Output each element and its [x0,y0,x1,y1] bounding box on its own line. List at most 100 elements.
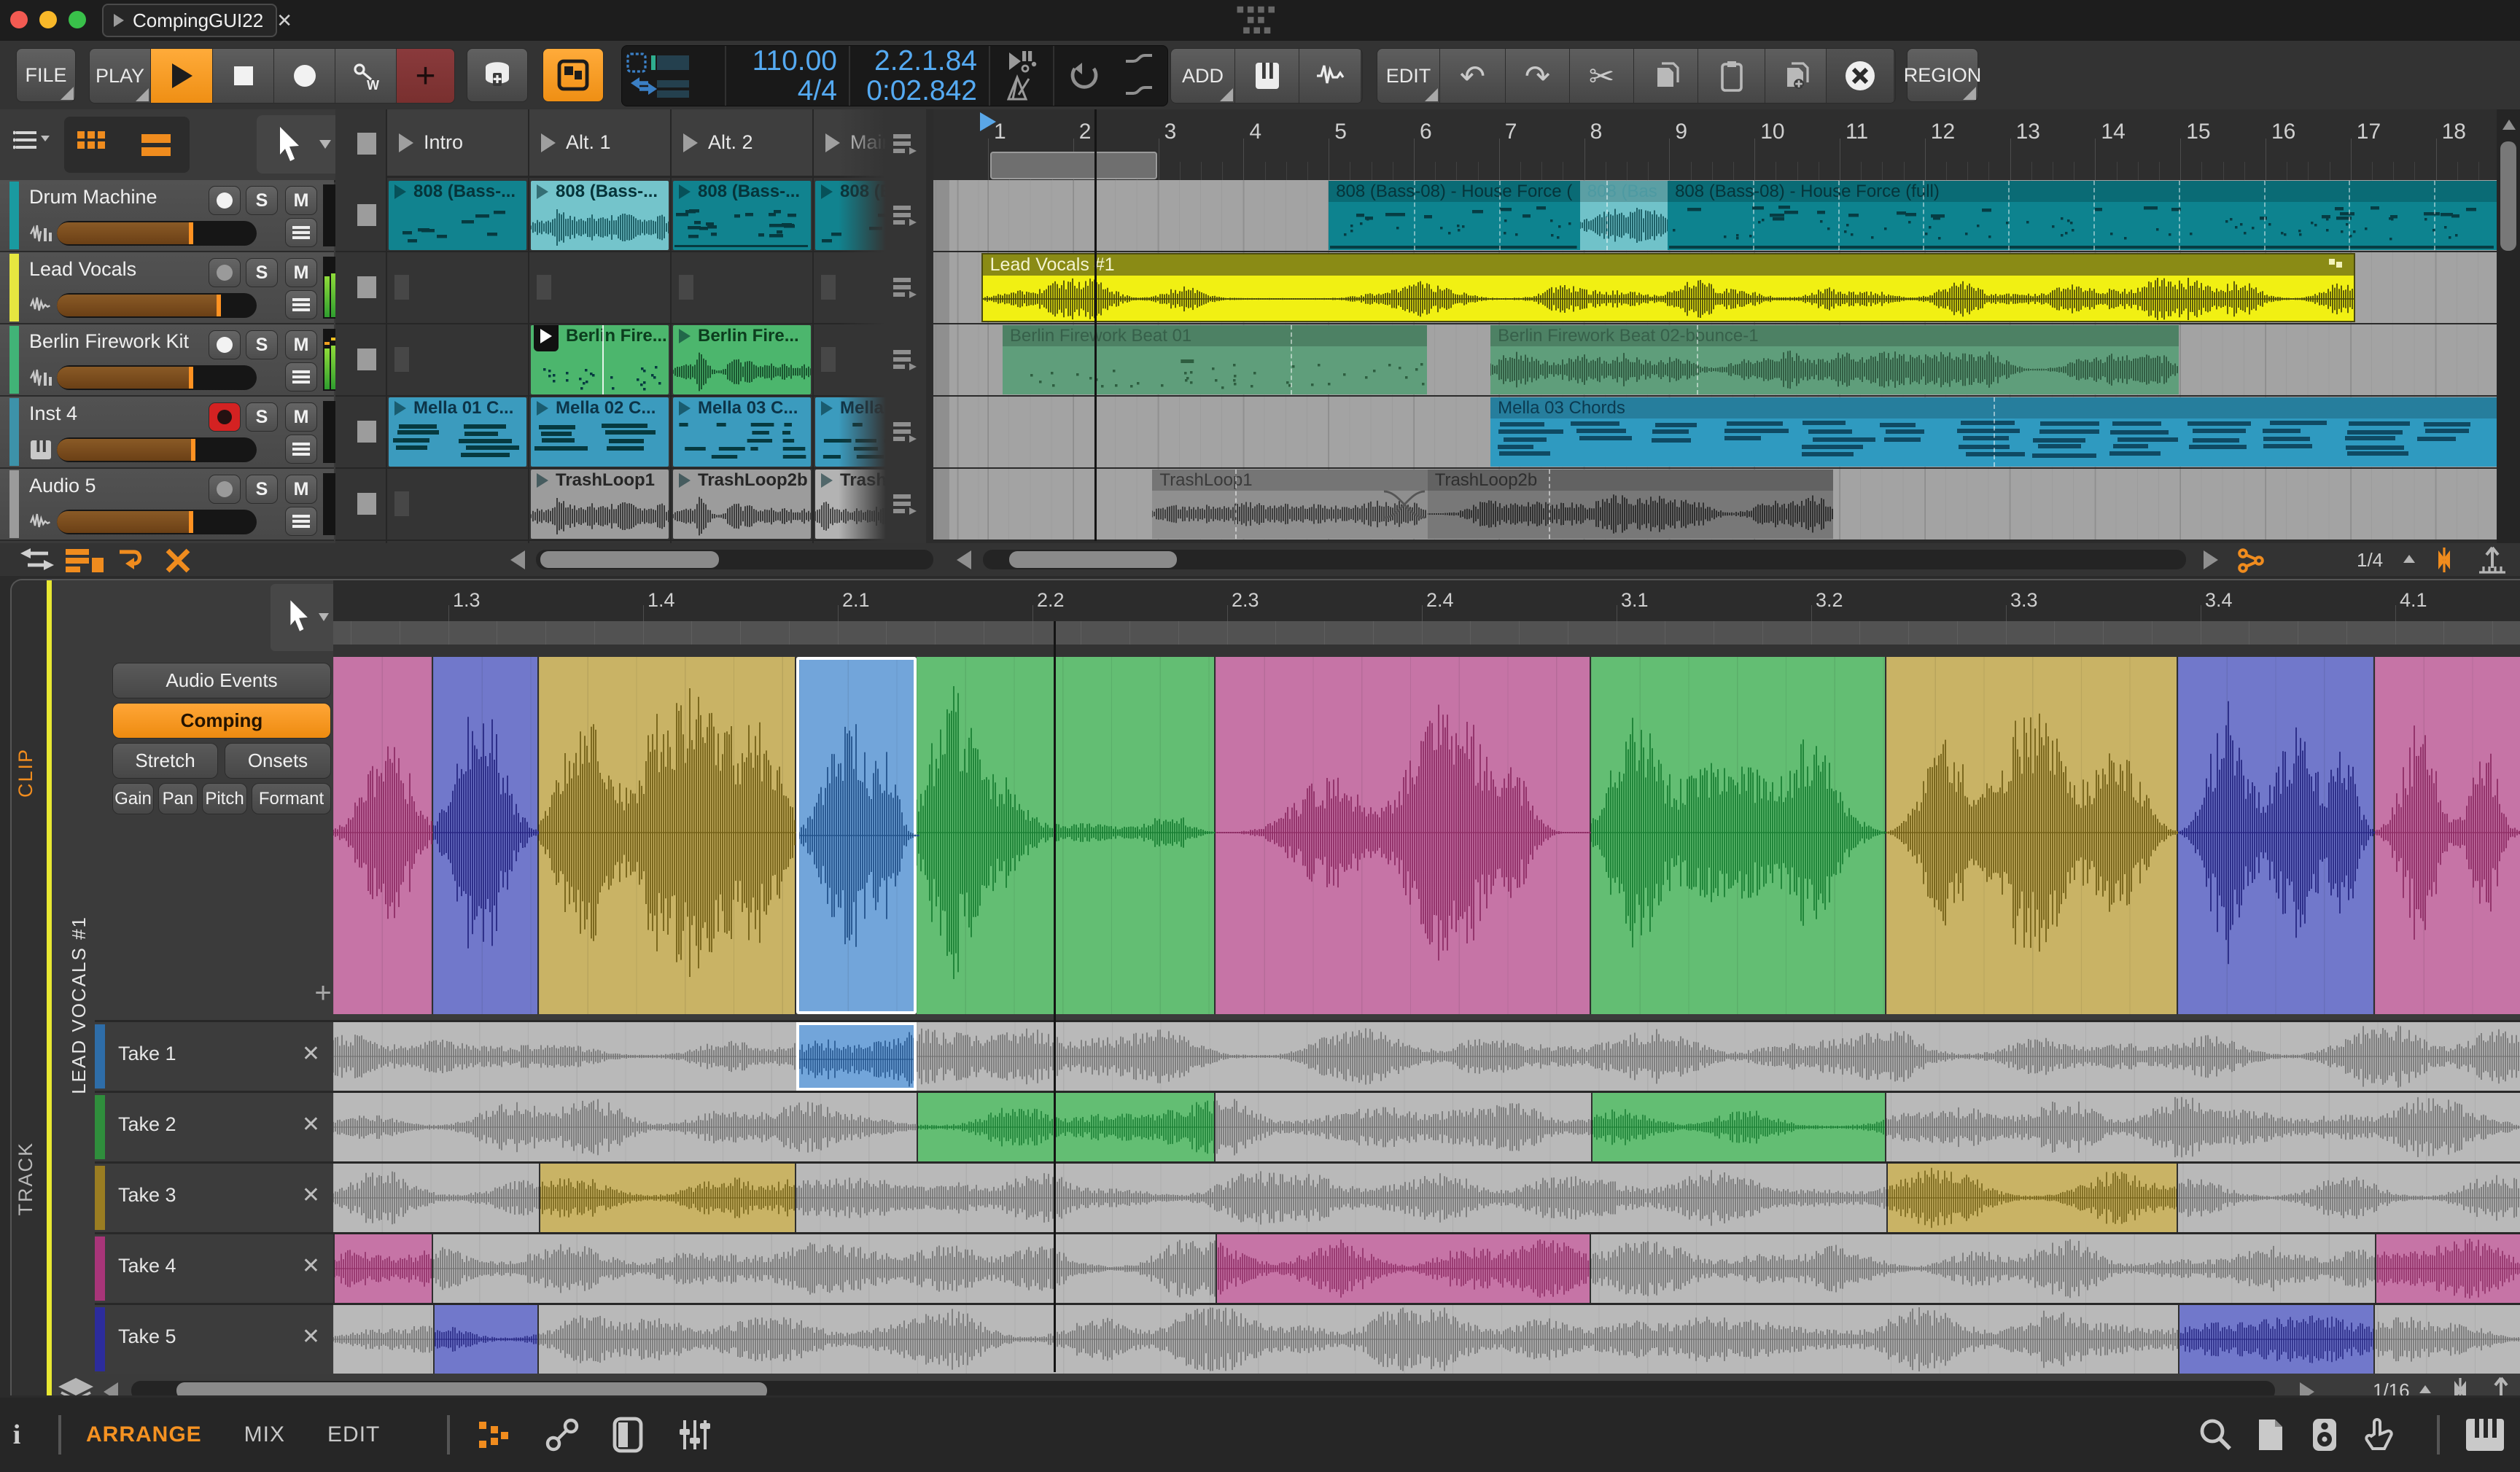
launcher-list-icon[interactable] [892,204,918,227]
launcher-clip[interactable]: TrashLoop1 [531,470,669,539]
take-lane[interactable] [333,1161,2520,1232]
view-tab-mix[interactable]: MIX [244,1422,285,1447]
take-comp-region[interactable] [2178,1305,2375,1374]
add-menu-button[interactable]: ADD [1171,49,1235,103]
mute-button[interactable]: M [285,258,317,287]
stretch-tab[interactable]: Stretch [112,743,218,779]
arranger-clip[interactable]: Berlin Firework Beat 02-bounce-1 [1490,325,2179,394]
mute-button[interactable]: M [285,330,317,359]
formant-tab[interactable]: Formant [252,783,331,814]
region-menu-button[interactable]: REGION [1907,48,1978,102]
play-button[interactable] [151,49,213,103]
detail-tab-clip[interactable]: CLIP [15,748,37,798]
position-section[interactable]: 2.2.1.84 0:02.842 [850,46,990,106]
comp-segment-olive[interactable] [1886,657,2178,1014]
scene-header-alt-1[interactable]: Alt. 1 [529,109,670,178]
snap-toggle-icon[interactable] [2440,1378,2481,1395]
scene-header-alt-2[interactable]: Alt. 2 [672,109,812,178]
arranger-clip[interactable]: 808 (Bass-08) - House Force ( [1329,181,1580,250]
solo-button[interactable]: S [246,475,278,504]
clip-scroll-right-arrow[interactable] [2300,1382,2314,1395]
comp-segment-pink[interactable] [2375,657,2520,1014]
mute-button[interactable]: M [285,402,317,432]
clip-playing-button[interactable] [534,325,559,351]
clip-grid-value[interactable]: 1/16 [2373,1379,2410,1395]
launcher-clip[interactable]: Berlin Fire... [531,325,669,394]
close-window-button[interactable] [10,11,28,28]
project-tab[interactable]: CompingGUI22 ✕ [102,4,277,37]
gain-tab[interactable]: Gain [112,783,154,814]
solo-button[interactable]: S [246,330,278,359]
add-instrument-track-button[interactable] [1235,49,1299,103]
track-row[interactable]: Lead VocalsSM [0,252,334,324]
view-tab-edit[interactable]: EDIT [327,1422,380,1447]
take-header[interactable]: Take 1✕ [95,1020,333,1091]
touch-mode-icon[interactable] [2362,1417,2395,1453]
empty-clip-slot[interactable] [821,275,836,300]
launcher-clip[interactable]: Mella 01 C... [389,397,526,467]
pitch-tab[interactable]: Pitch [202,783,247,814]
arranger-clip[interactable]: 808 (Bas [1580,181,1668,250]
arranger-scrollbar[interactable] [983,550,2186,569]
play-menu-button[interactable]: PLAY [90,49,151,103]
take-comp-region[interactable] [796,1022,917,1091]
undo-button[interactable]: ↶ [1440,49,1506,103]
track-row[interactable]: Drum MachineSM [0,180,334,252]
overdub-add-button[interactable]: + [397,49,454,103]
launcher-scrollbar-handle[interactable] [540,551,719,568]
comp-segment-purple[interactable] [2178,657,2375,1014]
adaptive-grid-icon[interactable] [2485,1376,2517,1395]
comp-segment-pink[interactable] [1216,657,1591,1014]
record-button[interactable] [274,49,335,103]
delete-button[interactable] [1827,49,1894,103]
track-list-menu-icon[interactable] [13,127,51,160]
take-comp-region[interactable] [539,1164,796,1232]
delete-take-button[interactable]: ✕ [302,1253,320,1279]
comp-segment-purple[interactable] [433,657,539,1014]
arranger-scrollbar-handle[interactable] [1009,551,1177,568]
stop-all-clips-button[interactable] [357,133,376,155]
take-comp-region[interactable] [433,1305,539,1374]
vertical-scrollbar-handle[interactable] [2500,141,2516,251]
file-menu-button[interactable]: FILE [16,48,76,102]
empty-clip-slot[interactable] [679,275,693,300]
add-audio-track-button[interactable] [1299,49,1361,103]
take-comp-region[interactable] [2375,1234,2520,1303]
detail-tab-track[interactable]: TRACK [15,1142,37,1216]
mixer-panel-icon[interactable] [676,1416,714,1454]
take-comp-region[interactable] [917,1093,1216,1161]
take-comp-region[interactable] [1886,1164,2178,1232]
arrange-grid-value[interactable]: 1/4 [2357,549,2383,572]
pan-tab[interactable]: Pan [158,783,198,814]
launcher-clip[interactable]: Mella 03 C... [673,397,811,467]
launcher-scrollbar[interactable] [536,550,933,569]
take-lane[interactable] [333,1020,2520,1091]
delete-take-button[interactable]: ✕ [302,1183,320,1208]
empty-clip-slot[interactable] [821,347,836,372]
comp-segment-green[interactable] [917,657,1216,1014]
automation-curves-icon[interactable] [1123,50,1155,102]
delete-take-button[interactable]: ✕ [302,1041,320,1067]
tempo-value[interactable]: 110.00 [726,46,849,76]
volume-fader[interactable] [57,510,257,534]
arranger-track-row[interactable]: TrashLoop1TrashLoop2b [933,469,2497,541]
follow-playhead-icon[interactable] [115,546,150,575]
track-stop-button[interactable] [357,276,376,298]
track-menu-button[interactable] [285,507,317,536]
clip-editor-scrollbar[interactable] [131,1381,2275,1395]
solo-button[interactable]: S [246,186,278,215]
launcher-clip[interactable]: 808 (Bass-... [531,181,669,250]
launcher-clip[interactable]: TrashLoop2b [673,470,811,539]
punch-in-icon[interactable] [1003,50,1040,74]
arranger-clip[interactable]: TrashLoop1 [1152,470,1427,539]
track-row[interactable]: Berlin Firework KitSM [0,324,334,397]
clip-grid-dropdown-icon[interactable] [2419,1385,2431,1393]
copy-button[interactable] [1634,49,1698,103]
comping-tab[interactable]: Comping [112,703,331,739]
browser-button[interactable] [467,48,528,102]
take-header[interactable]: Take 2✕ [95,1091,333,1161]
grid-layout-icon[interactable] [76,130,108,159]
scroll-up-arrow[interactable] [2502,120,2516,130]
close-project-icon[interactable]: ✕ [276,9,292,32]
track-row[interactable]: Audio 5SM [0,469,334,541]
